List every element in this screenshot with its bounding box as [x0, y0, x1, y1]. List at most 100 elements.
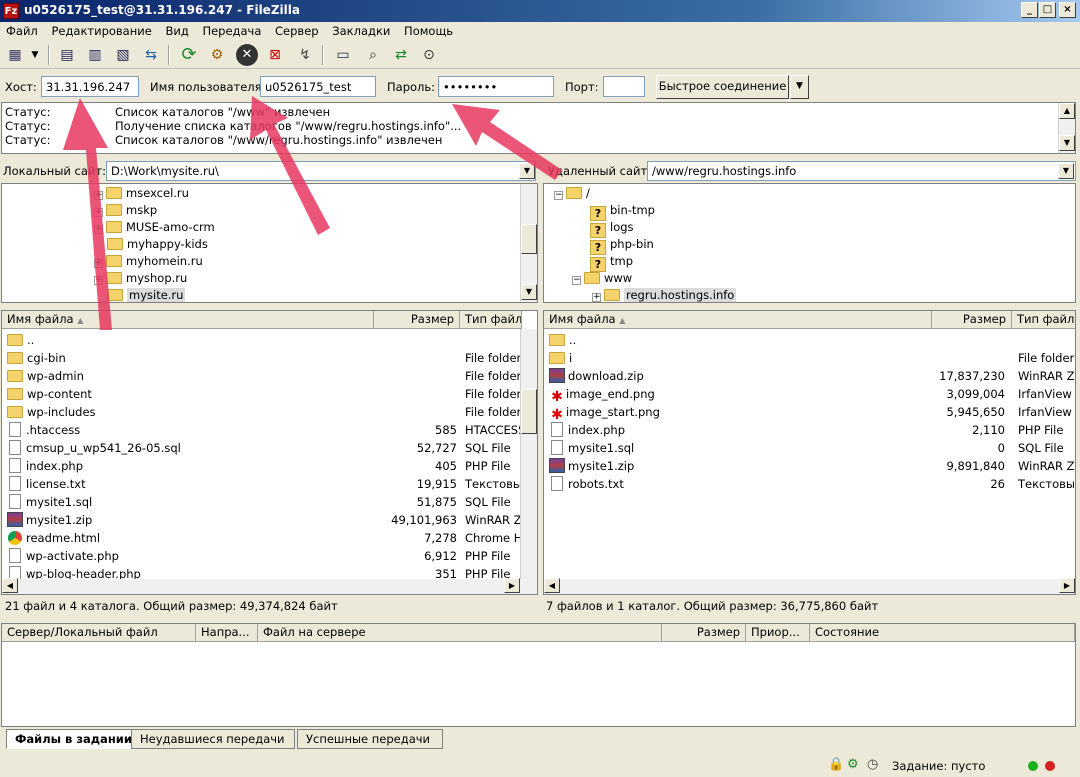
expand-icon[interactable]: + [592, 293, 601, 302]
file-row[interactable]: wp-includes File folder [2, 403, 537, 421]
scroll-up-icon[interactable]: ▲ [1059, 103, 1075, 119]
cancel-icon[interactable]: ✕ [236, 44, 258, 66]
local-tree-item[interactable]: mysite.ru [94, 286, 186, 302]
remote-tree-item[interactable]: + regru.hostings.info [592, 286, 737, 302]
file-row[interactable]: .. [2, 331, 537, 349]
expand-icon[interactable]: + [94, 276, 103, 285]
file-row[interactable]: ✱ image_end.png 3,099,004 IrfanView P [544, 385, 1075, 404]
local-files-hscrollbar[interactable]: ◀ ▶ [2, 578, 537, 594]
find-binoculars-icon[interactable]: ⊙ [418, 44, 440, 66]
menu-file[interactable]: Файл [0, 22, 38, 38]
local-files-scrollbar[interactable] [520, 329, 537, 579]
queue-column-size[interactable]: Размер [662, 624, 746, 642]
queue-column-priority[interactable]: Приор... [746, 624, 810, 642]
local-tree-item[interactable]: + MUSE-amo-crm [94, 218, 215, 236]
port-input[interactable] [603, 76, 645, 97]
search-files-icon[interactable]: ⌕ [362, 44, 384, 66]
tab-queued-files[interactable]: Файлы в задании [6, 729, 141, 749]
collapse-icon[interactable]: − [554, 191, 563, 200]
scroll-left-icon[interactable]: ◀ [2, 578, 18, 593]
tab-successful-transfers[interactable]: Успешные передачи [297, 729, 443, 749]
expand-icon[interactable]: + [94, 191, 103, 200]
scroll-thumb[interactable] [521, 224, 537, 254]
scroll-right-icon[interactable]: ▶ [1059, 578, 1075, 593]
host-input[interactable] [41, 76, 139, 97]
local-tree-item[interactable]: + myhomein.ru [94, 252, 203, 270]
file-row[interactable]: wp-content File folder [2, 385, 537, 403]
remote-path-dropdown-icon[interactable]: ▼ [1058, 163, 1074, 179]
local-column-size[interactable]: Размер [374, 311, 460, 329]
scroll-right-icon[interactable]: ▶ [504, 578, 520, 593]
site-manager-dropdown-icon[interactable]: ▼ [28, 44, 42, 66]
expand-icon[interactable]: + [94, 259, 103, 268]
file-row[interactable]: mysite1.zip 49,101,963 WinRAR ZI [2, 511, 537, 529]
menu-view[interactable]: Вид [159, 22, 188, 38]
scroll-thumb[interactable] [521, 389, 537, 434]
local-tree-item[interactable]: + mskp [94, 201, 157, 219]
remote-column-name[interactable]: Имя файла ▲ [544, 311, 932, 329]
remote-tree-item[interactable]: ? php-bin [590, 235, 654, 255]
toggle-remote-tree-icon[interactable]: ▧ [112, 44, 134, 66]
file-row[interactable]: wp-admin File folder [2, 367, 537, 385]
local-tree-scrollbar[interactable]: ▼ [520, 184, 537, 302]
file-row[interactable]: license.txt 19,915 Текстовы [2, 475, 537, 493]
minimize-button[interactable]: _ [1021, 2, 1038, 18]
local-path-input[interactable] [106, 161, 536, 181]
collapse-icon[interactable]: − [572, 276, 581, 285]
toggle-log-icon[interactable]: ▤ [56, 44, 78, 66]
remote-tree-item[interactable]: − www [572, 269, 632, 287]
file-row[interactable]: mysite1.zip 9,891,840 WinRAR ZI [544, 457, 1075, 475]
menu-server[interactable]: Сервер [269, 22, 319, 38]
scroll-left-icon[interactable]: ◀ [544, 578, 560, 593]
file-row[interactable]: download.zip 17,837,230 WinRAR ZI [544, 367, 1075, 385]
quickconnect-dropdown-icon[interactable]: ▼ [790, 75, 809, 99]
file-row[interactable]: index.php 2,110 PHP File [544, 421, 1075, 439]
file-row[interactable]: cgi-bin File folder [2, 349, 537, 367]
expand-icon[interactable]: + [94, 208, 103, 217]
file-row[interactable]: readme.html 7,278 Chrome HT [2, 529, 537, 547]
sync-browsing-icon[interactable]: ⇄ [390, 44, 412, 66]
file-row[interactable]: wp-activate.php 6,912 PHP File [2, 547, 537, 565]
password-input[interactable] [438, 76, 554, 97]
log-scrollbar[interactable]: ▲ ▼ [1058, 103, 1075, 153]
tab-failed-transfers[interactable]: Неудавшиеся передачи [131, 729, 295, 749]
remote-tree-item[interactable]: ? bin-tmp [590, 201, 655, 221]
menu-bookmarks[interactable]: Закладки [326, 22, 390, 38]
scroll-down-icon[interactable]: ▼ [1059, 135, 1075, 151]
menu-transfer[interactable]: Передача [196, 22, 261, 38]
reconnect-icon[interactable]: ↯ [294, 44, 316, 66]
remote-column-size[interactable]: Размер [932, 311, 1012, 329]
file-row[interactable]: index.php 405 PHP File [2, 457, 537, 475]
local-column-type[interactable]: Тип файла [460, 311, 522, 329]
local-tree-item[interactable]: + myshop.ru [94, 269, 187, 287]
file-row[interactable]: i File folder [544, 349, 1075, 367]
file-row[interactable]: mysite1.sql 51,875 SQL File [2, 493, 537, 511]
queue-column-local[interactable]: Сервер/Локальный файл [2, 624, 196, 642]
remote-path-input[interactable] [647, 161, 1076, 181]
scroll-down-icon[interactable]: ▼ [521, 284, 537, 300]
file-row[interactable]: mysite1.sql 0 SQL File [544, 439, 1075, 457]
remote-tree-item[interactable]: ? logs [590, 218, 634, 238]
file-row[interactable]: .. [544, 331, 1075, 349]
close-button[interactable]: × [1059, 2, 1076, 18]
toggle-local-tree-icon[interactable]: ▥ [84, 44, 106, 66]
remote-files-hscrollbar[interactable]: ◀ ▶ [544, 578, 1075, 594]
file-row[interactable]: cmsup_u_wp541_26-05.sql 52,727 SQL File [2, 439, 537, 457]
local-column-name[interactable]: Имя файла ▲ [2, 311, 374, 329]
local-tree-item[interactable]: + msexcel.ru [94, 184, 189, 202]
remote-tree-item[interactable]: ? tmp [590, 252, 633, 272]
local-tree-item[interactable]: myhappy-kids [94, 235, 208, 253]
quickconnect-button[interactable]: Быстрое соединение [656, 75, 789, 99]
site-manager-icon[interactable]: ▦ [4, 44, 26, 66]
process-queue-icon[interactable]: ⚙ [206, 44, 228, 66]
file-row[interactable]: ✱ image_start.png 5,945,650 IrfanView P [544, 403, 1075, 422]
expand-icon[interactable]: + [94, 225, 103, 234]
file-row[interactable]: robots.txt 26 Текстовы [544, 475, 1075, 493]
remote-tree-item[interactable]: − / [554, 184, 590, 202]
remote-column-type[interactable]: Тип файла [1012, 311, 1075, 329]
disconnect-icon[interactable]: ⊠ [264, 44, 286, 66]
maximize-button[interactable]: □ [1039, 2, 1056, 18]
menu-edit[interactable]: Редактирование [45, 22, 151, 38]
queue-column-status[interactable]: Состояние [810, 624, 1075, 642]
menu-help[interactable]: Помощь [398, 22, 453, 38]
